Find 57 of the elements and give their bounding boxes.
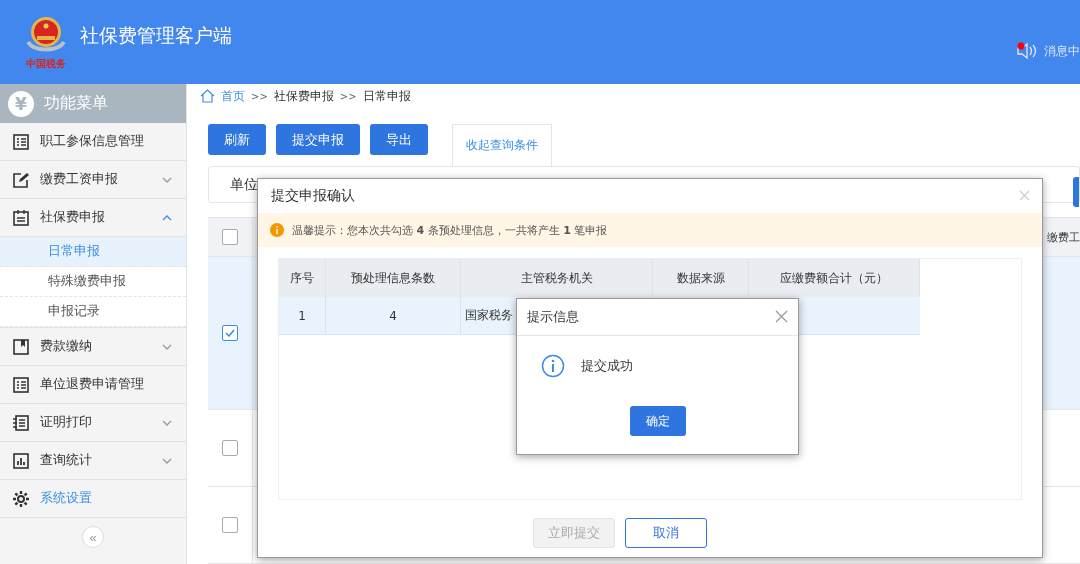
- menu-item-icon: [12, 375, 30, 394]
- query-button[interactable]: [1073, 177, 1079, 208]
- menu-item-icon: [12, 208, 30, 227]
- menu-item-icon: [12, 451, 30, 470]
- dialog-title: 提示信息: [527, 308, 579, 326]
- ok-button[interactable]: 确定: [629, 406, 686, 436]
- chevron-icon: [162, 176, 172, 183]
- toolbar-button[interactable]: 提交申报: [276, 124, 360, 156]
- menu-icon: ¥: [8, 90, 34, 117]
- field-label: 单位: [230, 175, 258, 194]
- checkmark-icon: [225, 329, 235, 337]
- info-icon: [541, 354, 565, 378]
- table-cell: 国家税务: [465, 307, 513, 324]
- column-header: 主管税务机关: [520, 269, 593, 287]
- chevron-icon: [162, 419, 172, 426]
- messages-link[interactable]: 消息中: [1044, 42, 1080, 60]
- column-header: 应缴费额合计（元）: [780, 269, 888, 287]
- row-checkbox[interactable]: [222, 440, 238, 456]
- logo-text: 中国税务: [26, 56, 66, 71]
- menu-item-icon: [12, 489, 30, 508]
- menu-item-icon: [12, 132, 30, 151]
- submenu-item[interactable]: 日常申报: [0, 237, 186, 267]
- collapse-filter-tab[interactable]: 收起查询条件: [452, 124, 552, 167]
- dialog-message: 提交成功: [581, 357, 633, 375]
- menu-item-icon: [12, 413, 30, 432]
- breadcrumb-item[interactable]: 首页: [221, 88, 245, 104]
- speaker-icon[interactable]: [1016, 42, 1038, 60]
- chevron-icon: [162, 343, 172, 350]
- select-all-checkbox[interactable]: [222, 229, 238, 245]
- breadcrumb-item: 日常申报: [362, 88, 411, 104]
- home-icon[interactable]: [200, 89, 215, 104]
- submenu-item[interactable]: 申报记录: [0, 297, 186, 327]
- app-title: 社保费管理客户端: [80, 23, 232, 48]
- column-header: 序号: [290, 269, 314, 287]
- chevron-icon: [162, 457, 172, 464]
- menu-item-icon: [12, 337, 30, 356]
- table-cell: 4: [389, 308, 397, 323]
- row-checkbox[interactable]: [222, 325, 238, 341]
- breadcrumb-separator: >>: [339, 90, 357, 102]
- warning-icon: [270, 223, 284, 237]
- chevron-icon: [162, 214, 172, 221]
- toolbar-button[interactable]: 导出: [370, 124, 428, 156]
- toolbar-button[interactable]: 刷新: [208, 124, 266, 156]
- sidebar-title: 功能菜单: [44, 93, 108, 114]
- table-cell: 1: [298, 308, 306, 323]
- cancel-button[interactable]: 取消: [625, 518, 707, 548]
- column-header: 预处理信息条数: [351, 269, 435, 287]
- breadcrumb-item: 社保费申报: [273, 88, 334, 104]
- column-header: 缴费工: [1047, 229, 1080, 245]
- submenu-item[interactable]: 特殊缴费申报: [0, 267, 186, 297]
- menu-item-icon: [12, 170, 30, 189]
- collapse-button[interactable]: «: [82, 526, 104, 548]
- column-header: 数据来源: [676, 269, 725, 287]
- notice-text: 温馨提示：您本次共勾选 4 条预处理信息，一共将产生 1 笔申报: [292, 222, 608, 238]
- dialog-title: 提交申报确认: [271, 187, 355, 205]
- breadcrumb-separator: >>: [251, 90, 268, 102]
- row-checkbox[interactable]: [222, 517, 238, 533]
